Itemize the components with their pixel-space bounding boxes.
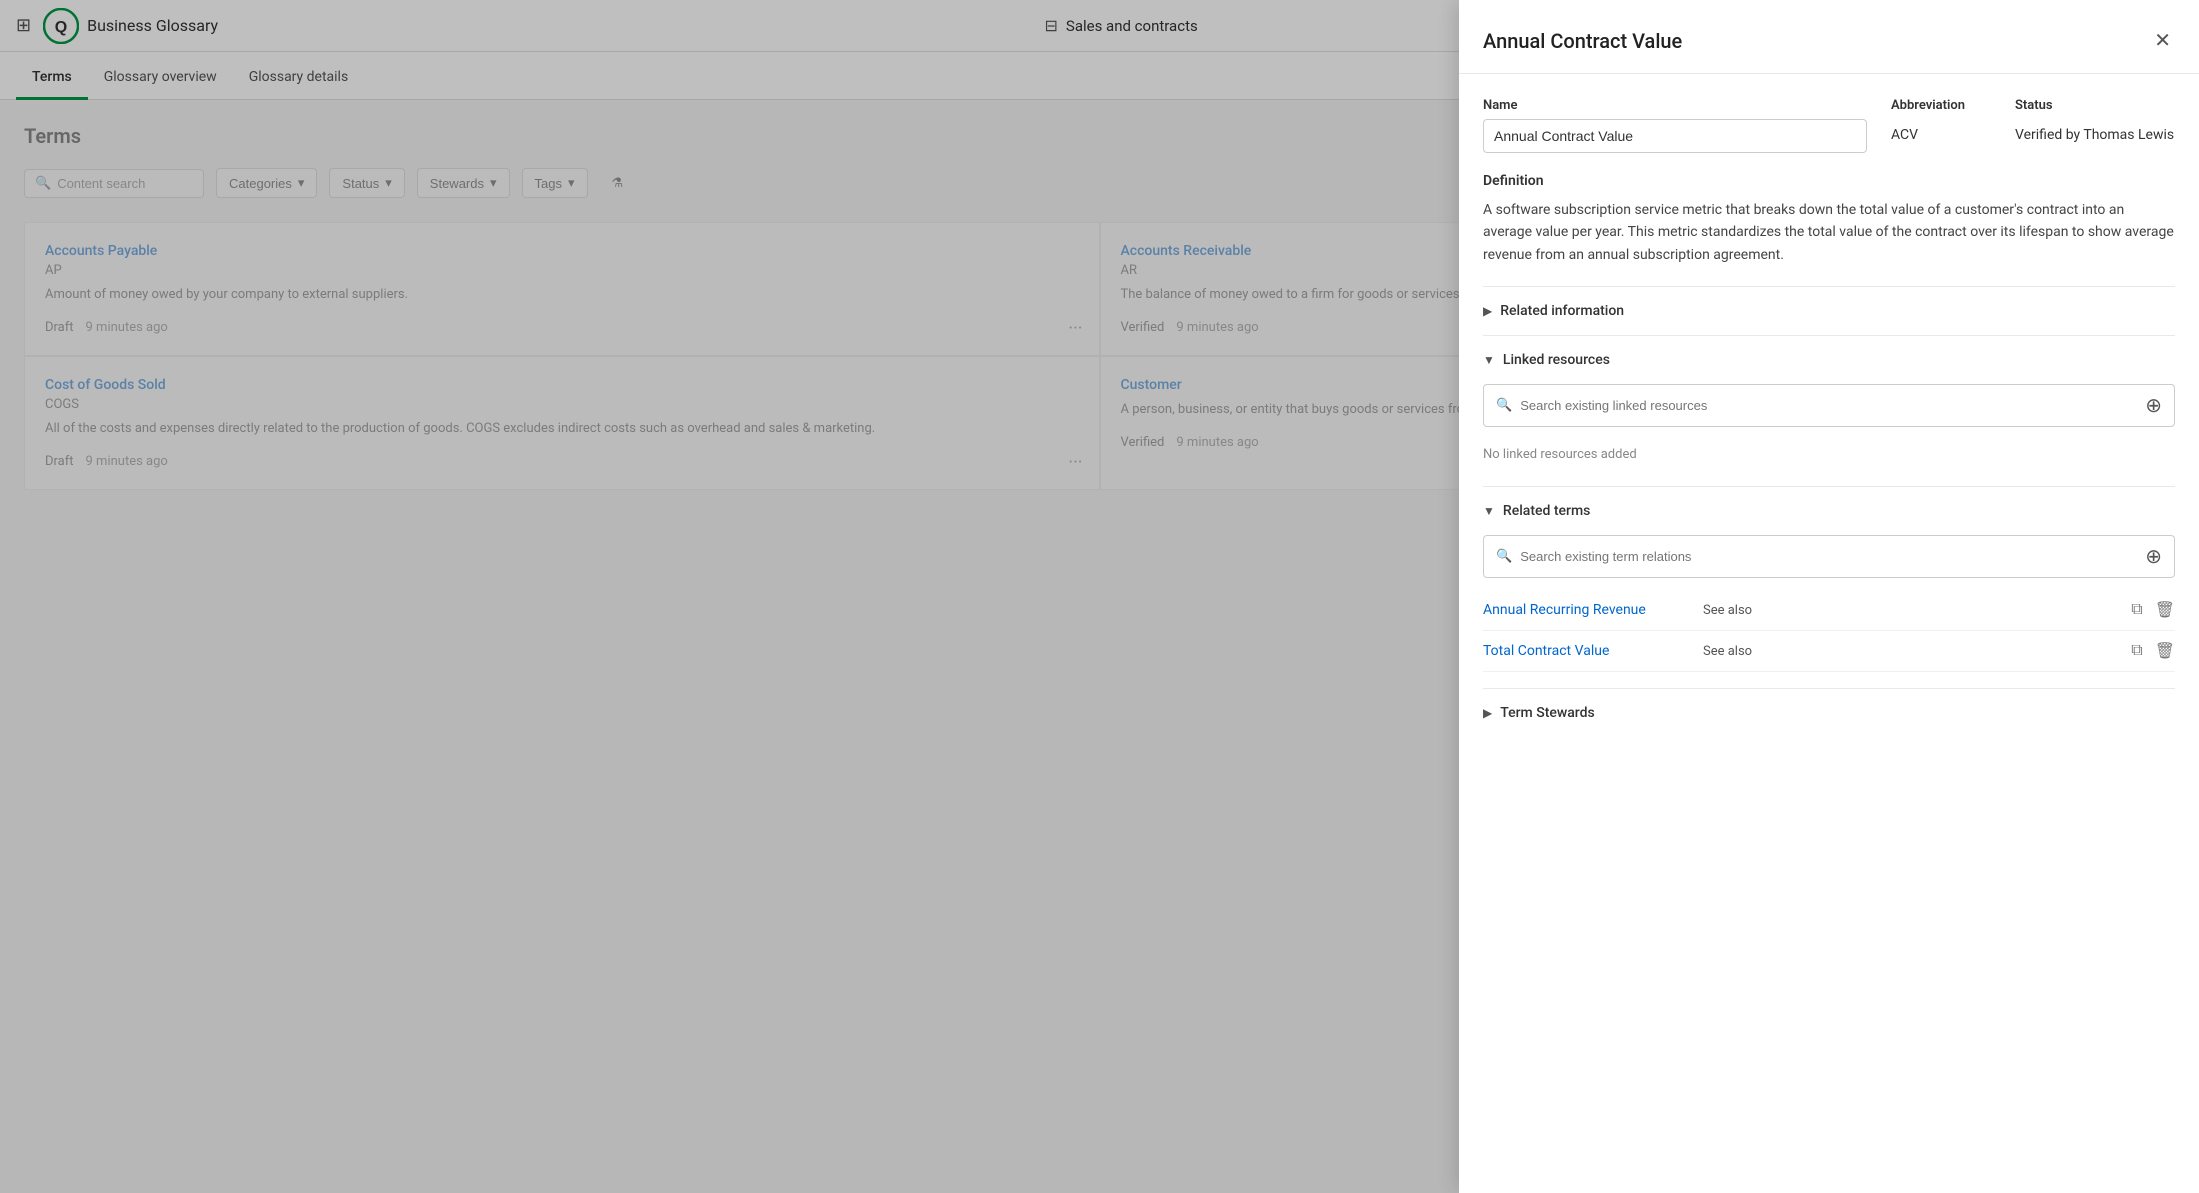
chevron-down-icon: ▼	[1483, 353, 1495, 367]
related-term-row: Annual Recurring Revenue See also ⧉ 🗑	[1483, 590, 2175, 631]
no-resources-text: No linked resources added	[1483, 439, 2175, 470]
related-term-type: See also	[1703, 603, 2131, 618]
term-stewards-header[interactable]: ▶ Term Stewards	[1483, 689, 2175, 737]
related-term-actions: ⧉ 🗑	[2131, 600, 2175, 620]
related-terms-content: 🔍 ⊕ Annual Recurring Revenue See also ⧉ …	[1483, 535, 2175, 688]
panel-header: Annual Contract Value ✕	[1459, 0, 2199, 74]
delete-term-button[interactable]: 🗑	[2155, 641, 2175, 661]
linked-resources-header[interactable]: ▼ Linked resources	[1483, 336, 2175, 384]
linked-resources-section: ▼ Linked resources 🔍 ⊕ No linked resourc…	[1483, 335, 2175, 486]
related-terms-search-input[interactable]	[1520, 549, 2137, 564]
panel-body: Name Abbreviation ACV Status Verified by…	[1459, 74, 2199, 1193]
related-term-link[interactable]: Annual Recurring Revenue	[1483, 602, 1703, 618]
related-term-link[interactable]: Total Contract Value	[1483, 643, 1703, 659]
panel-title: Annual Contract Value	[1483, 29, 1682, 53]
abbreviation-label: Abbreviation	[1891, 98, 1991, 113]
related-info-section: ▶ Related information	[1483, 286, 2175, 335]
related-info-label: Related information	[1500, 303, 1624, 319]
related-terms-header[interactable]: ▼ Related terms	[1483, 487, 2175, 535]
name-label: Name	[1483, 98, 1867, 113]
chevron-right-icon: ▶	[1483, 304, 1492, 318]
add-linked-resource-button[interactable]: ⊕	[2145, 393, 2162, 418]
search-icon: 🔍	[1496, 549, 1512, 564]
add-related-term-button[interactable]: ⊕	[2145, 544, 2162, 569]
copy-term-button[interactable]: ⧉	[2131, 600, 2142, 620]
chevron-down-icon: ▼	[1483, 504, 1495, 518]
copy-term-button[interactable]: ⧉	[2131, 641, 2142, 661]
related-terms-label: Related terms	[1503, 503, 1590, 519]
linked-resources-search-wrap: 🔍 ⊕	[1483, 384, 2175, 427]
related-term-type: See also	[1703, 644, 2131, 659]
search-icon: 🔍	[1496, 398, 1512, 413]
related-terms-section: ▼ Related terms 🔍 ⊕ Annual Recurring Rev…	[1483, 486, 2175, 688]
related-info-header[interactable]: ▶ Related information	[1483, 287, 2175, 335]
linked-resources-search-input[interactable]	[1520, 398, 2137, 413]
abbreviation-field-group: Abbreviation ACV	[1891, 98, 1991, 143]
definition-text: A software subscription service metric t…	[1483, 199, 2175, 266]
fields-row: Name Abbreviation ACV Status Verified by…	[1483, 98, 2175, 153]
linked-resources-label: Linked resources	[1503, 352, 1610, 368]
related-terms-search-wrap: 🔍 ⊕	[1483, 535, 2175, 578]
status-value: Verified by Thomas Lewis	[2015, 119, 2175, 143]
status-field-group: Status Verified by Thomas Lewis	[2015, 98, 2175, 143]
term-stewards-label: Term Stewards	[1500, 705, 1595, 721]
related-term-row: Total Contract Value See also ⧉ 🗑	[1483, 631, 2175, 672]
name-field-group: Name	[1483, 98, 1867, 153]
panel-close-button[interactable]: ✕	[2150, 24, 2175, 57]
term-stewards-section: ▶ Term Stewards	[1483, 688, 2175, 737]
delete-term-button[interactable]: 🗑	[2155, 600, 2175, 620]
abbreviation-value: ACV	[1891, 119, 1991, 143]
name-input[interactable]	[1483, 119, 1867, 153]
linked-resources-content: 🔍 ⊕ No linked resources added	[1483, 384, 2175, 486]
side-panel: Annual Contract Value ✕ Name Abbreviatio…	[1459, 0, 2199, 1193]
related-term-actions: ⧉ 🗑	[2131, 641, 2175, 661]
status-label: Status	[2015, 98, 2175, 113]
definition-label: Definition	[1483, 173, 2175, 189]
definition-section: Definition A software subscription servi…	[1483, 173, 2175, 266]
chevron-right-icon: ▶	[1483, 706, 1492, 720]
